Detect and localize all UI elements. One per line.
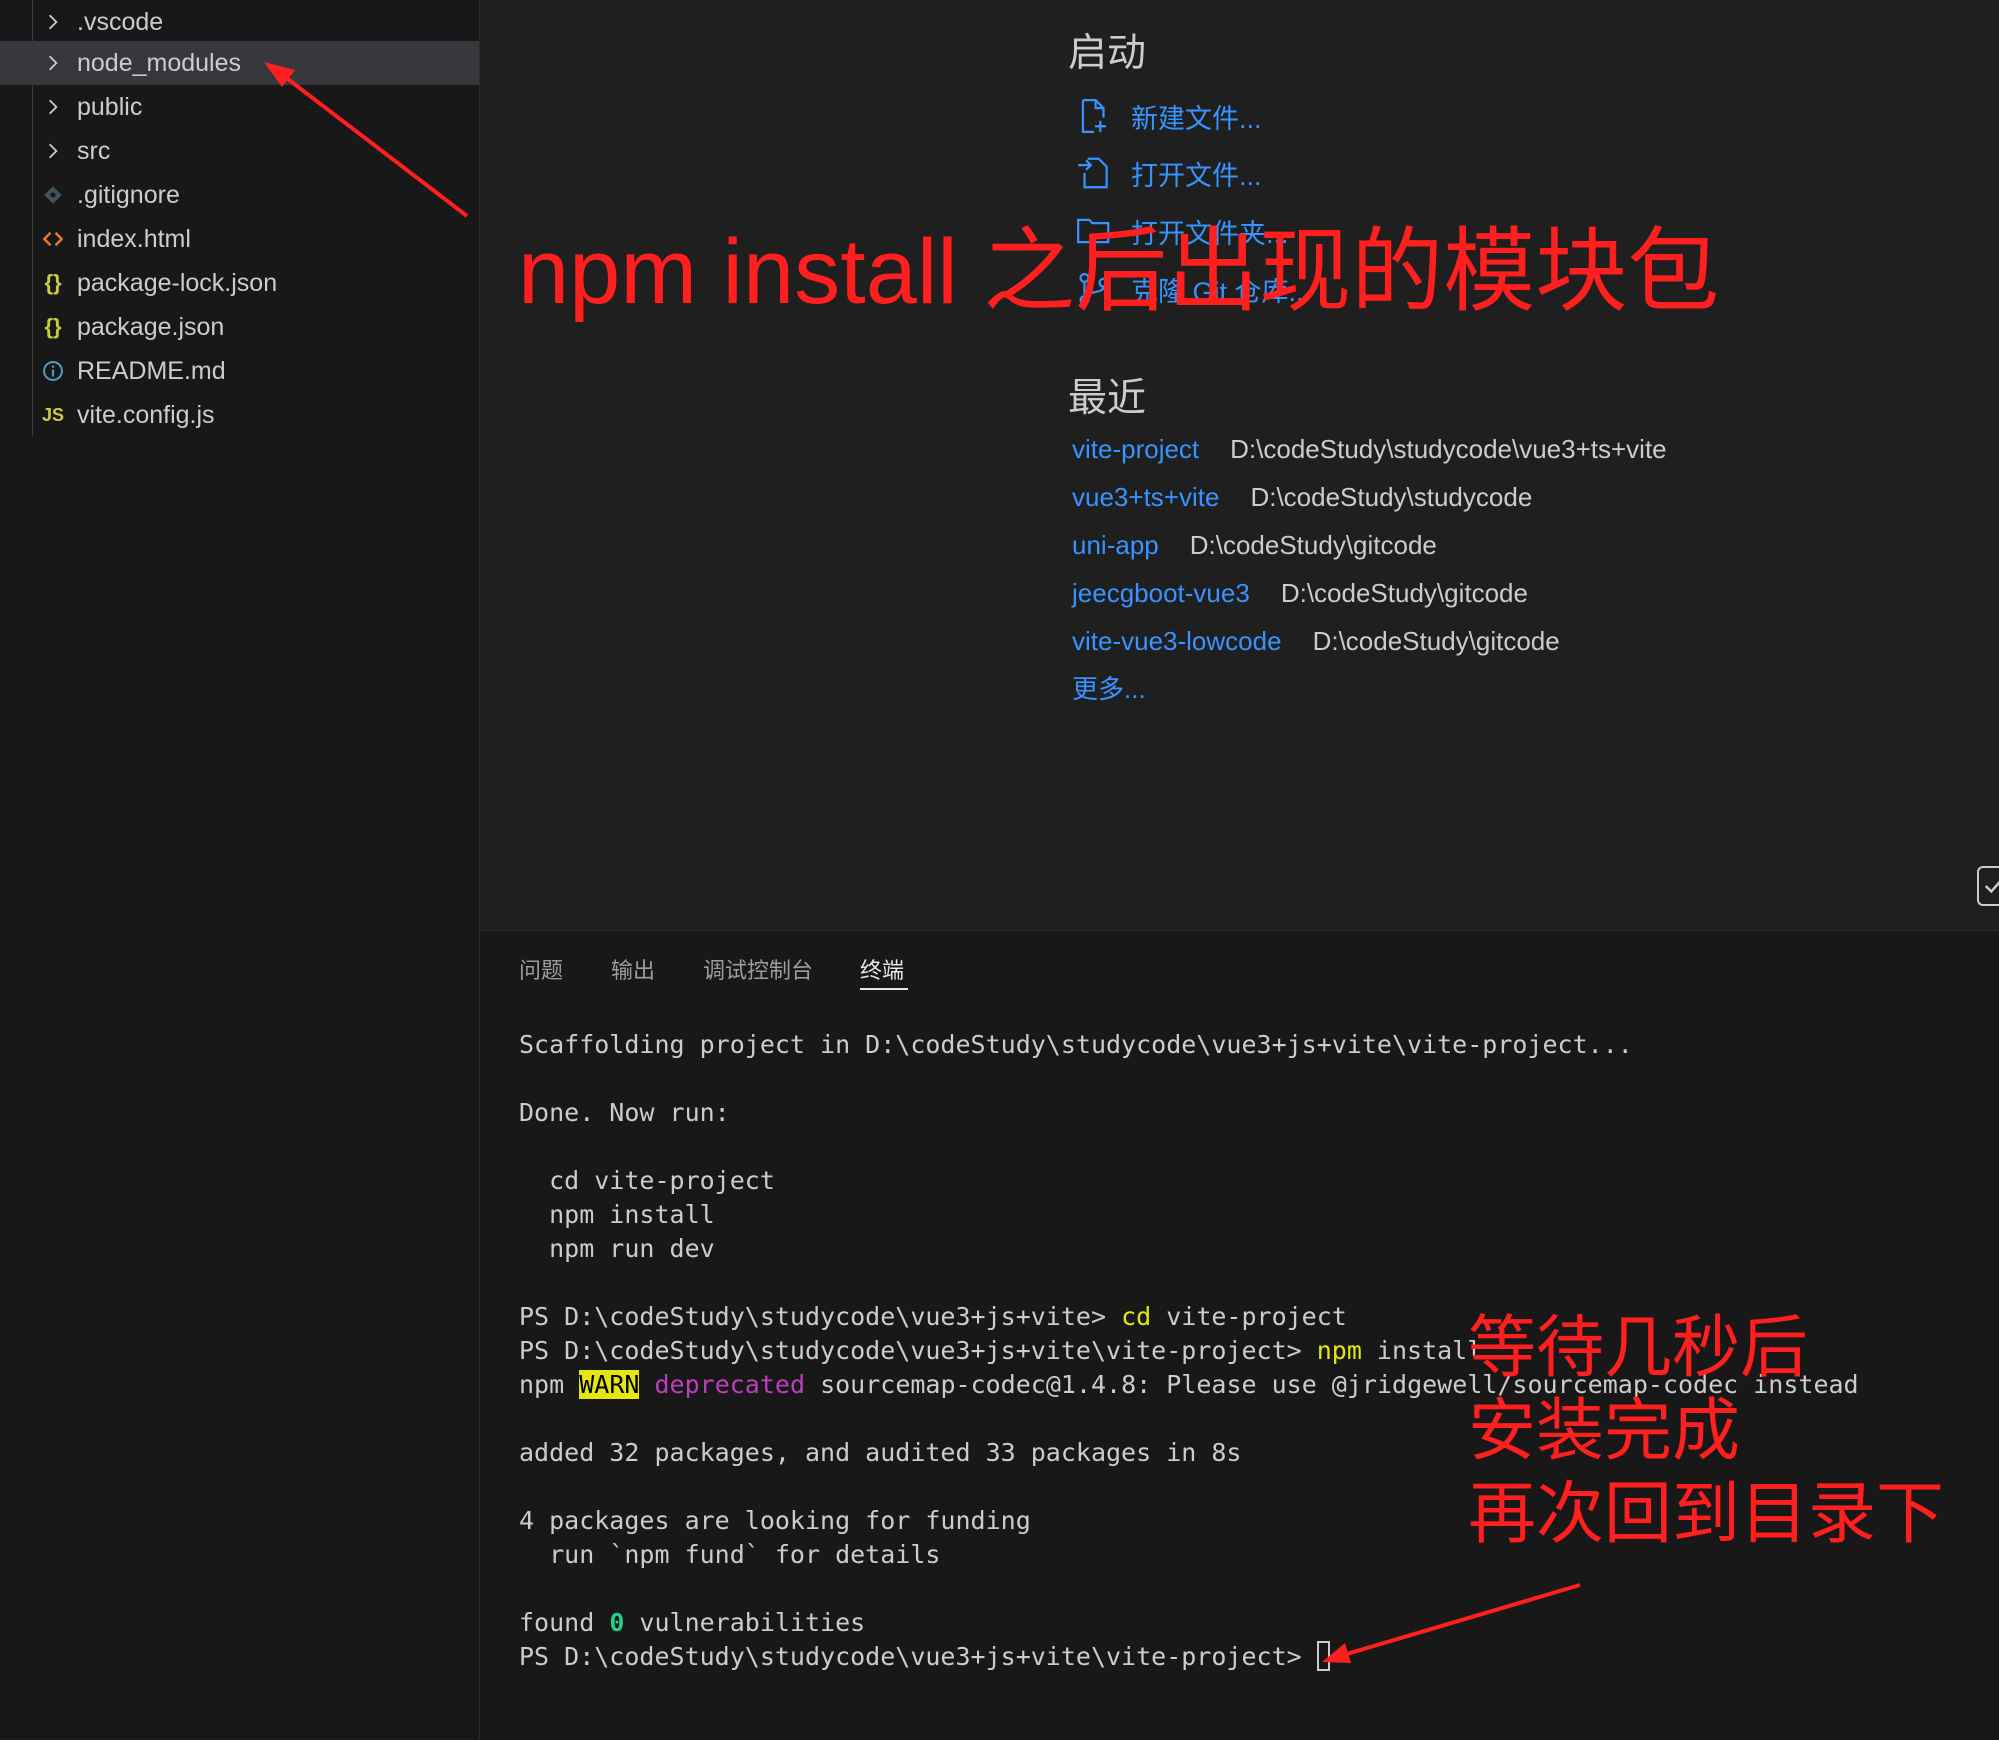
tree-item-src[interactable]: src [0,129,479,173]
tab-terminal[interactable]: 终端 [860,953,904,985]
recent-item-path: D:\codeStudy\gitcode [1189,529,1437,560]
tree-item-readme-md[interactable]: README.md [0,349,479,393]
tree-item-package-json[interactable]: {} package.json [0,305,479,349]
terminal-line: cd vite-project [519,1166,775,1195]
tree-item-gitignore[interactable]: .gitignore [0,173,479,217]
terminal-line: npm install [519,1200,715,1229]
recent-section-title: 最近 [1068,377,1147,420]
tree-item-label: .gitignore [77,180,180,209]
recent-more-link[interactable]: 更多... [1072,669,1146,706]
recent-item[interactable]: jeecgboot-vue3 D:\codeStudy\gitcode [1072,573,1528,613]
terminal-line: npm run dev [519,1234,715,1263]
terminal-command: npm [1316,1336,1362,1365]
git-icon [40,173,66,217]
tree-item-vite-config-js[interactable]: JS vite.config.js [0,393,479,437]
tab-problems[interactable]: 问题 [519,953,563,985]
terminal-command: cd [1121,1302,1152,1331]
terminal-cursor[interactable] [1316,1641,1330,1671]
recent-item-path: D:\codeStudy\studycode\vue3+ts+vite [1230,433,1667,464]
recent-item[interactable]: vite-project D:\codeStudy\studycode\vue3… [1072,429,1667,469]
tree-item-label: package.json [77,312,225,341]
js-icon: JS [41,404,65,425]
terminal-prompt-line[interactable]: PS D:\codeStudy\studycode\vue3+js+vite\v… [519,1640,1989,1674]
terminal-prompt: PS D:\codeStudy\studycode\vue3+js+vite\v… [519,1642,1317,1671]
open-file-label: 打开文件... [1131,160,1262,191]
recent-item-name[interactable]: vue3+ts+vite [1072,482,1219,513]
tree-item-node-modules[interactable]: node_modules [0,41,479,85]
tree-item-label: vite.config.js [77,400,215,429]
active-tab-indicator [860,988,908,990]
recent-item-name[interactable]: vite-project [1072,434,1199,465]
chevron-right-icon [40,85,66,129]
new-file-link[interactable]: 新建文件... [1075,96,1262,136]
info-icon [40,349,66,393]
check-icon [1984,880,1999,894]
show-welcome-checkbox[interactable] [1977,866,1999,906]
vuln-prefix: found [519,1608,610,1637]
tree-item-label: README.md [77,356,226,385]
recent-item-path: D:\codeStudy\studycode [1250,481,1533,512]
tree-item-label: public [77,92,143,121]
recent-item-path: D:\codeStudy\gitcode [1312,625,1560,656]
chevron-right-icon [40,129,66,173]
recent-item[interactable]: uni-app D:\codeStudy\gitcode [1072,525,1437,565]
warn-badge: WARN [579,1370,640,1399]
new-file-icon [1081,99,1106,133]
recent-item-name[interactable]: jeecgboot-vue3 [1072,578,1250,609]
tree-item-package-lock-json[interactable]: {} package-lock.json [0,261,479,305]
recent-item-name[interactable]: vite-vue3-lowcode [1072,626,1282,657]
tab-output[interactable]: 输出 [611,953,655,985]
tree-item-vscode[interactable]: .vscode [0,0,479,44]
terminal-prompt: PS D:\codeStudy\studycode\vue3+js+vite\v… [519,1336,1317,1365]
deprecated-label: deprecated [654,1370,806,1399]
recent-item-name[interactable]: uni-app [1072,530,1159,561]
terminal-prompt: PS D:\codeStudy\studycode\vue3+js+vite> [519,1302,1122,1331]
chevron-right-icon [40,41,66,85]
terminal-line: Scaffolding project in D:\codeStudy\stud… [519,1030,1633,1059]
terminal-command-arg: vite-project [1151,1302,1347,1331]
json-icon: {} [44,270,62,295]
html-icon [40,217,66,261]
terminal-vuln-line: found 0 vulnerabilities [519,1606,1989,1640]
explorer-sidebar: .vscode node_modules public src .gitigno… [0,0,480,1739]
tree-item-label: .vscode [77,7,164,36]
recent-item[interactable]: vue3+ts+vite D:\codeStudy\studycode [1072,477,1532,517]
annotation-node-modules: npm install 之后出现的模块包 [518,221,1720,323]
tree-item-label: index.html [77,224,191,253]
tree-item-label: node_modules [77,48,242,77]
chevron-right-icon [40,0,66,44]
start-section-title: 启动 [1068,32,1147,75]
warn-prefix: npm [519,1370,580,1399]
annotation-line: 再次回到目录下 [1468,1476,1945,1552]
recent-item[interactable]: vite-vue3-lowcode D:\codeStudy\gitcode [1072,621,1560,661]
json-icon: {} [44,314,62,339]
open-file-link[interactable]: 打开文件... [1075,153,1262,193]
recent-item-path: D:\codeStudy\gitcode [1280,577,1528,608]
tree-item-public[interactable]: public [0,85,479,129]
vuln-count: 0 [609,1608,625,1637]
tree-item-label: package-lock.json [77,268,278,297]
tab-debug-console[interactable]: 调试控制台 [703,953,813,985]
tree-item-label: src [77,136,111,165]
new-file-label: 新建文件... [1131,103,1262,134]
terminal-command-arg: install [1361,1336,1483,1365]
tree-item-index-html[interactable]: index.html [0,217,479,261]
open-file-icon [1078,157,1108,189]
terminal-line: Done. Now run: [519,1098,730,1127]
vuln-suffix: vulnerabilities [624,1608,866,1637]
